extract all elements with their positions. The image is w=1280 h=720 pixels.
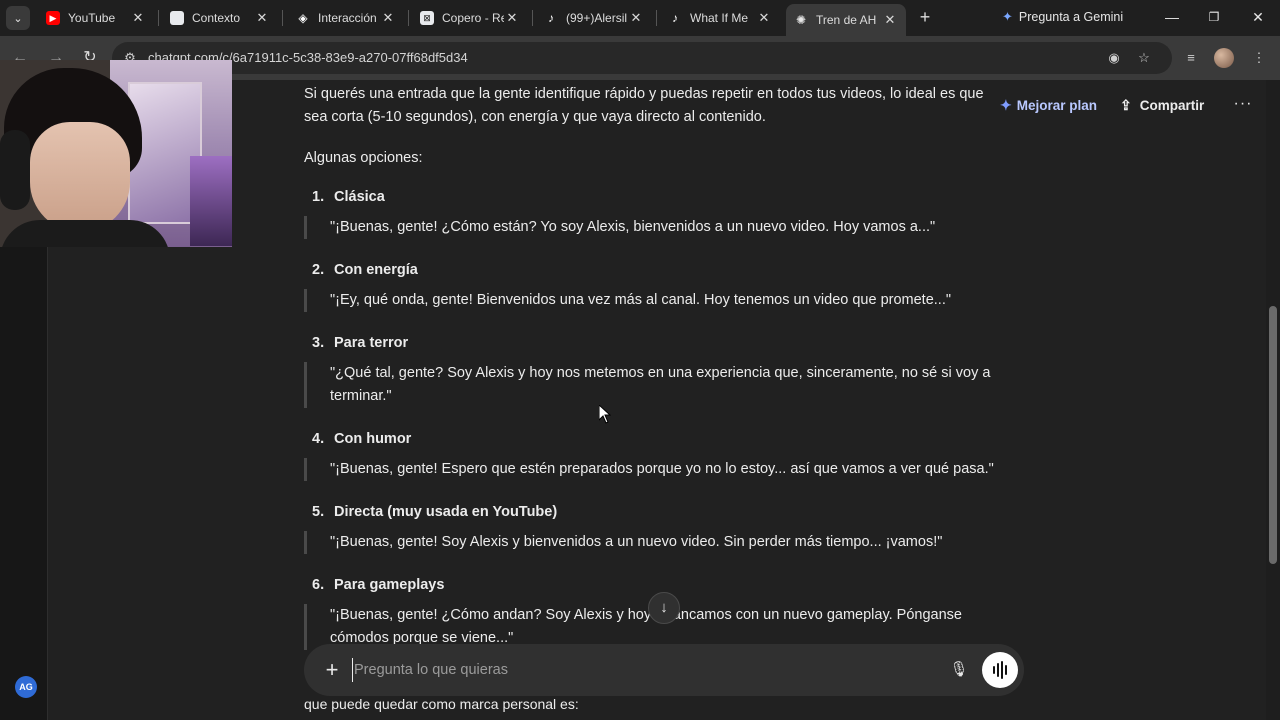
profile-avatar-icon[interactable] — [1214, 48, 1234, 68]
option-quote: "¡Buenas, gente! Soy Alexis y bienvenido… — [304, 531, 1024, 554]
tab-separator — [282, 10, 283, 26]
tool-icon: ⊠ — [420, 11, 434, 25]
assistant-message: Si querés una entrada que la gente ident… — [304, 80, 1024, 720]
message-composer: + 🎙 — [304, 644, 1024, 696]
window-close-icon[interactable]: ✕ — [1236, 4, 1280, 30]
tab-separator — [532, 10, 533, 26]
waveform-bar — [1001, 661, 1003, 679]
option-number: 2. — [312, 262, 325, 278]
tab-separator — [656, 10, 657, 26]
minimize-icon[interactable]: — — [1150, 4, 1194, 30]
option-title: Directa (muy usada en YouTube) — [334, 504, 558, 520]
waveform-bar — [1005, 665, 1007, 675]
add-attachment-icon[interactable]: + — [318, 656, 346, 684]
waveform-bar — [997, 663, 999, 677]
scroll-to-bottom-button[interactable]: ↓ — [648, 592, 680, 624]
option-number: 1. — [312, 189, 325, 205]
headphones-icon — [0, 130, 30, 210]
page-scrollbar[interactable] — [1266, 80, 1280, 720]
options-lead: Algunas opciones: — [304, 150, 423, 166]
youtube-icon: ▶ — [46, 11, 60, 25]
chatgpt-icon: ✺ — [795, 13, 807, 27]
tab-title: Copero - Re — [442, 11, 504, 25]
option-number: 4. — [312, 431, 325, 447]
trailing-text: que puede quedar como marca personal es: — [304, 696, 579, 712]
tab-search-chevron-icon[interactable]: ⌄ — [6, 6, 30, 30]
gemini-sparkle-icon: ✦ — [1002, 9, 1013, 24]
tab-chatgpt-active[interactable]: ✺ Tren de AH ✕ — [786, 4, 906, 36]
browser-menu-icon[interactable]: ⋮ — [1248, 48, 1270, 68]
streamer-body — [0, 220, 170, 247]
option-heading: 2. Con energía — [312, 259, 418, 282]
close-icon[interactable]: ✕ — [130, 10, 146, 26]
close-icon[interactable]: ✕ — [504, 10, 520, 26]
option-title: Para terror — [334, 335, 409, 351]
restore-icon[interactable]: ❐ — [1192, 4, 1236, 30]
tab-title: YouTube — [68, 11, 116, 25]
tab-contexto[interactable]: Contexto ✕ — [162, 4, 278, 32]
option-title: Clásica — [334, 189, 385, 205]
close-icon[interactable]: ✕ — [254, 10, 270, 26]
option-quote: "¿Qué tal, gente? Soy Alexis y hoy nos m… — [304, 362, 1024, 408]
option-title: Para gameplays — [334, 577, 445, 593]
option-title: Con energía — [334, 262, 418, 278]
close-icon[interactable]: ✕ — [628, 10, 644, 26]
share-label: Compartir — [1139, 97, 1205, 113]
tab-tiktok-whatif[interactable]: ♪ What If Me ✕ — [660, 4, 780, 32]
scrollbar-thumb[interactable] — [1269, 306, 1277, 564]
mouse-cursor-icon — [599, 405, 611, 424]
option-quote: "¡Ey, qué onda, gente! Bienvenidos una v… — [304, 289, 1024, 312]
option-number: 3. — [312, 335, 325, 351]
tab-title: What If Me — [690, 11, 749, 25]
tab-separator — [408, 10, 409, 26]
option-heading: 4. Con humor — [312, 428, 411, 451]
tab-interaccion[interactable]: ◈ Interacción ✕ — [288, 4, 404, 32]
ask-gemini-button[interactable]: ✦ Pregunta a Gemini — [994, 4, 1131, 30]
option-number: 6. — [312, 577, 325, 593]
waveform-bar — [993, 666, 995, 674]
browser-tabstrip: ⌄ ▶ YouTube ✕ Contexto ✕ ◈ Interacción ✕… — [0, 0, 1280, 36]
address-bar[interactable]: ⚙ chatgpt.com/c/6a71911c-5c38-83e9-a270-… — [112, 42, 1172, 74]
close-icon[interactable]: ✕ — [882, 12, 898, 28]
bookmark-star-icon[interactable]: ☆ — [1134, 48, 1154, 68]
github-icon: ◈ — [298, 11, 308, 25]
webcam-overlay — [0, 60, 232, 247]
user-avatar[interactable]: AG — [15, 676, 37, 698]
option-heading: 1. Clásica — [312, 186, 385, 209]
tab-title: (99+)Alersil — [566, 11, 628, 25]
close-icon[interactable]: ✕ — [756, 10, 772, 26]
tab-tiktok-alersil[interactable]: ♪ (99+)Alersil ✕ — [536, 4, 652, 32]
option-heading: 3. Para terror — [312, 332, 408, 355]
tab-title: Contexto — [192, 11, 241, 25]
docs-icon — [170, 11, 184, 25]
option-heading: 6. Para gameplays — [312, 574, 444, 597]
tab-youtube[interactable]: ▶ YouTube ✕ — [38, 4, 154, 32]
option-number: 5. — [312, 504, 325, 520]
upgrade-label: Mejorar plan — [1016, 97, 1098, 113]
eye-off-icon[interactable]: ◉ — [1104, 48, 1124, 68]
streamer-face — [30, 122, 130, 232]
close-icon[interactable]: ✕ — [380, 10, 396, 26]
intro-paragraph: Si querés una entrada que la gente ident… — [304, 86, 984, 125]
new-tab-button[interactable]: + — [914, 6, 936, 28]
microphone-icon[interactable]: 🎙 — [948, 658, 970, 682]
tab-title: Interacción — [318, 11, 377, 25]
tiktok-icon: ♪ — [672, 11, 678, 25]
reading-list-icon[interactable]: ≡ — [1180, 48, 1202, 68]
prompt-input[interactable] — [352, 658, 932, 682]
option-title: Con humor — [334, 431, 412, 447]
share-button[interactable]: ⇪ Compartir — [1120, 93, 1204, 117]
option-quote: "¡Buenas, gente! Espero que estén prepar… — [304, 458, 1024, 481]
more-options-icon[interactable]: ··· — [1232, 93, 1254, 117]
share-icon: ⇪ — [1120, 96, 1132, 113]
option-quote: "¡Buenas, gente! ¿Cómo están? Yo soy Ale… — [304, 216, 1024, 239]
wall-poster — [190, 156, 232, 246]
tab-title: Tren de AH — [816, 13, 877, 27]
voice-mode-button[interactable] — [982, 652, 1018, 688]
option-heading: 5. Directa (muy usada en YouTube) — [312, 501, 557, 524]
tab-separator — [158, 10, 159, 26]
gemini-label: Pregunta a Gemini — [1018, 10, 1124, 24]
tiktok-icon: ♪ — [548, 11, 554, 25]
tab-copero[interactable]: ⊠ Copero - Re ✕ — [412, 4, 528, 32]
